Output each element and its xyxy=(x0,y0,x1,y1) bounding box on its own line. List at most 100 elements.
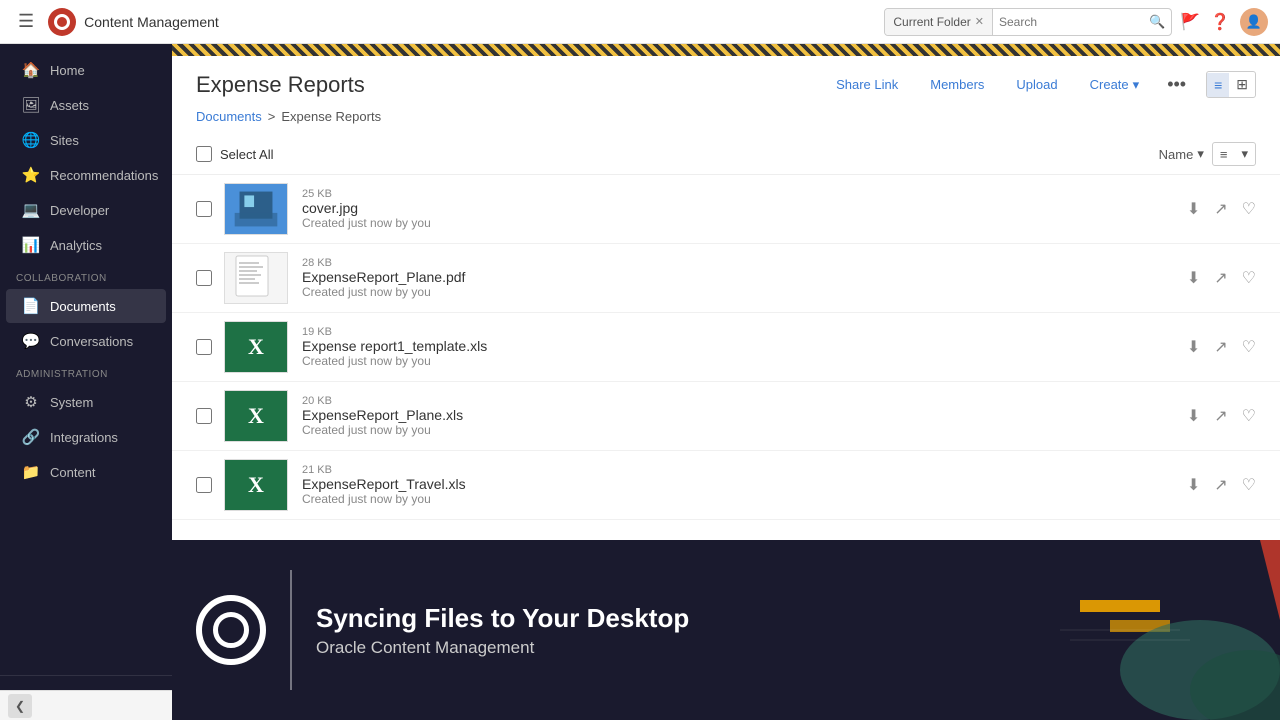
admin-section-label: ADMINISTRATION xyxy=(0,359,172,384)
sidebar-item-label: Conversations xyxy=(50,334,133,349)
collaboration-section-label: COLLABORATION xyxy=(0,263,172,288)
favorite-icon[interactable]: ♡ xyxy=(1242,268,1256,288)
select-all-checkbox[interactable] xyxy=(196,146,212,162)
folder-filter-label: Current Folder xyxy=(893,15,970,29)
content-icon: 📁 xyxy=(22,463,40,481)
sidebar-item-developer[interactable]: 💻 Developer xyxy=(6,193,166,227)
download-icon[interactable]: ⬇ xyxy=(1187,406,1200,426)
search-icon[interactable]: 🔍 xyxy=(1143,14,1171,30)
file-checkbox[interactable] xyxy=(196,408,212,424)
file-info: 21 KB ExpenseReport_Travel.xls Created j… xyxy=(302,464,1187,506)
list-item[interactable]: 25 KB cover.jpg Created just now by you … xyxy=(172,175,1280,244)
search-bar: Current Folder ✕ 🔍 xyxy=(884,8,1172,36)
share-icon[interactable]: ↗ xyxy=(1214,337,1227,357)
file-size: 20 KB xyxy=(302,395,1187,407)
sidebar-item-label: System xyxy=(50,395,93,410)
sidebar-item-sites[interactable]: 🌐 Sites xyxy=(6,123,166,157)
list-item[interactable]: X 21 KB ExpenseReport_Travel.xls Created… xyxy=(172,451,1280,520)
search-folder-filter[interactable]: Current Folder ✕ xyxy=(885,9,993,35)
file-checkbox[interactable] xyxy=(196,201,212,217)
sidebar-item-recommendations[interactable]: ⭐ Recommendations xyxy=(6,158,166,192)
create-button[interactable]: Create ▾ xyxy=(1082,72,1148,98)
share-icon[interactable]: ↗ xyxy=(1214,475,1227,495)
file-info: 20 KB ExpenseReport_Plane.xls Created ju… xyxy=(302,395,1187,437)
view-control[interactable]: ≡ ▾ xyxy=(1212,142,1256,166)
file-checkbox[interactable] xyxy=(196,477,212,493)
favorite-icon[interactable]: ♡ xyxy=(1242,337,1256,357)
sidebar-item-assets[interactable]: 🖼 Assets xyxy=(6,88,166,122)
share-icon[interactable]: ↗ xyxy=(1214,268,1227,288)
more-options-icon[interactable]: ••• xyxy=(1163,70,1190,99)
sidebar-item-system[interactable]: ⚙ System xyxy=(6,385,166,419)
oracle-logo xyxy=(196,595,266,665)
sidebar-item-content[interactable]: 📁 Content xyxy=(6,455,166,489)
download-icon[interactable]: ⬇ xyxy=(1187,268,1200,288)
select-all-label[interactable]: Select All xyxy=(220,147,1159,162)
file-info: 28 KB ExpenseReport_Plane.pdf Created ju… xyxy=(302,257,1187,299)
file-actions: ⬇ ↗ ♡ xyxy=(1187,268,1256,288)
analytics-icon: 📊 xyxy=(22,236,40,254)
home-icon: 🏠 xyxy=(22,61,40,79)
sidebar-item-label: Assets xyxy=(50,98,89,113)
file-thumbnail: X xyxy=(224,459,288,511)
app-logo xyxy=(48,8,76,36)
flag-icon[interactable]: 🚩 xyxy=(1180,12,1200,32)
file-name: ExpenseReport_Plane.xls xyxy=(302,407,1187,423)
file-meta: Created just now by you xyxy=(302,285,1187,299)
banner-text: Syncing Files to Your Desktop Oracle Con… xyxy=(292,540,713,720)
list-view-control-icon[interactable]: ≡ xyxy=(1213,144,1235,165)
grid-view-icon[interactable]: ⊞ xyxy=(1229,72,1255,97)
sidebar-item-home[interactable]: 🏠 Home xyxy=(6,53,166,87)
list-item[interactable]: X 20 KB ExpenseReport_Plane.xls Created … xyxy=(172,382,1280,451)
list-view-icon[interactable]: ≡ xyxy=(1207,73,1229,97)
help-icon[interactable]: ❓ xyxy=(1210,12,1230,32)
file-checkbox[interactable] xyxy=(196,270,212,286)
sidebar-item-label: Sites xyxy=(50,133,79,148)
file-name: Expense report1_template.xls xyxy=(302,338,1187,354)
breadcrumb-parent[interactable]: Documents xyxy=(196,109,262,124)
members-button[interactable]: Members xyxy=(922,72,992,97)
share-icon[interactable]: ↗ xyxy=(1214,406,1227,426)
file-list-header: Select All Name ▾ ≡ ▾ xyxy=(172,134,1280,175)
integrations-icon: 🔗 xyxy=(22,428,40,446)
layout-toggle[interactable]: ≡ ⊞ xyxy=(1206,71,1256,98)
banner-logo xyxy=(172,540,290,720)
sidebar-item-label: Analytics xyxy=(50,238,102,253)
file-thumbnail xyxy=(224,183,288,235)
list-item[interactable]: 28 KB ExpenseReport_Plane.pdf Created ju… xyxy=(172,244,1280,313)
upload-button[interactable]: Upload xyxy=(1008,72,1065,97)
list-item[interactable]: X 19 KB Expense report1_template.xls Cre… xyxy=(172,313,1280,382)
favorite-icon[interactable]: ♡ xyxy=(1242,199,1256,219)
sidebar-item-documents[interactable]: 📄 Documents xyxy=(6,289,166,323)
bottom-bar: ❮ xyxy=(0,690,172,720)
developer-icon: 💻 xyxy=(22,201,40,219)
file-size: 25 KB xyxy=(302,188,1187,200)
sidebar-item-label: Home xyxy=(50,63,85,78)
sidebar-item-conversations[interactable]: 💬 Conversations xyxy=(6,324,166,358)
hamburger-icon[interactable]: ☰ xyxy=(12,7,40,36)
file-list: 25 KB cover.jpg Created just now by you … xyxy=(172,175,1280,540)
page-header: Expense Reports Share Link Members Uploa… xyxy=(172,56,1280,109)
download-icon[interactable]: ⬇ xyxy=(1187,337,1200,357)
view-dropdown-icon[interactable]: ▾ xyxy=(1234,143,1255,165)
user-avatar[interactable]: 👤 xyxy=(1240,8,1268,36)
breadcrumb: Documents > Expense Reports xyxy=(172,109,1280,134)
banner-subtitle: Oracle Content Management xyxy=(316,638,689,658)
file-meta: Created just now by you xyxy=(302,354,1187,368)
download-icon[interactable]: ⬇ xyxy=(1187,199,1200,219)
file-size: 28 KB xyxy=(302,257,1187,269)
clear-folder-filter-icon[interactable]: ✕ xyxy=(975,15,984,28)
search-input[interactable] xyxy=(993,15,1143,29)
sidebar-item-label: Recommendations xyxy=(50,168,158,183)
file-checkbox[interactable] xyxy=(196,339,212,355)
favorite-icon[interactable]: ♡ xyxy=(1242,406,1256,426)
sidebar-bottom-collapse-button[interactable]: ❮ xyxy=(8,694,32,718)
share-link-button[interactable]: Share Link xyxy=(828,72,906,97)
sort-control[interactable]: Name ▾ xyxy=(1159,146,1204,162)
recommendations-icon: ⭐ xyxy=(22,166,40,184)
download-icon[interactable]: ⬇ xyxy=(1187,475,1200,495)
sidebar-item-analytics[interactable]: 📊 Analytics xyxy=(6,228,166,262)
share-icon[interactable]: ↗ xyxy=(1214,199,1227,219)
sidebar-item-integrations[interactable]: 🔗 Integrations xyxy=(6,420,166,454)
favorite-icon[interactable]: ♡ xyxy=(1242,475,1256,495)
